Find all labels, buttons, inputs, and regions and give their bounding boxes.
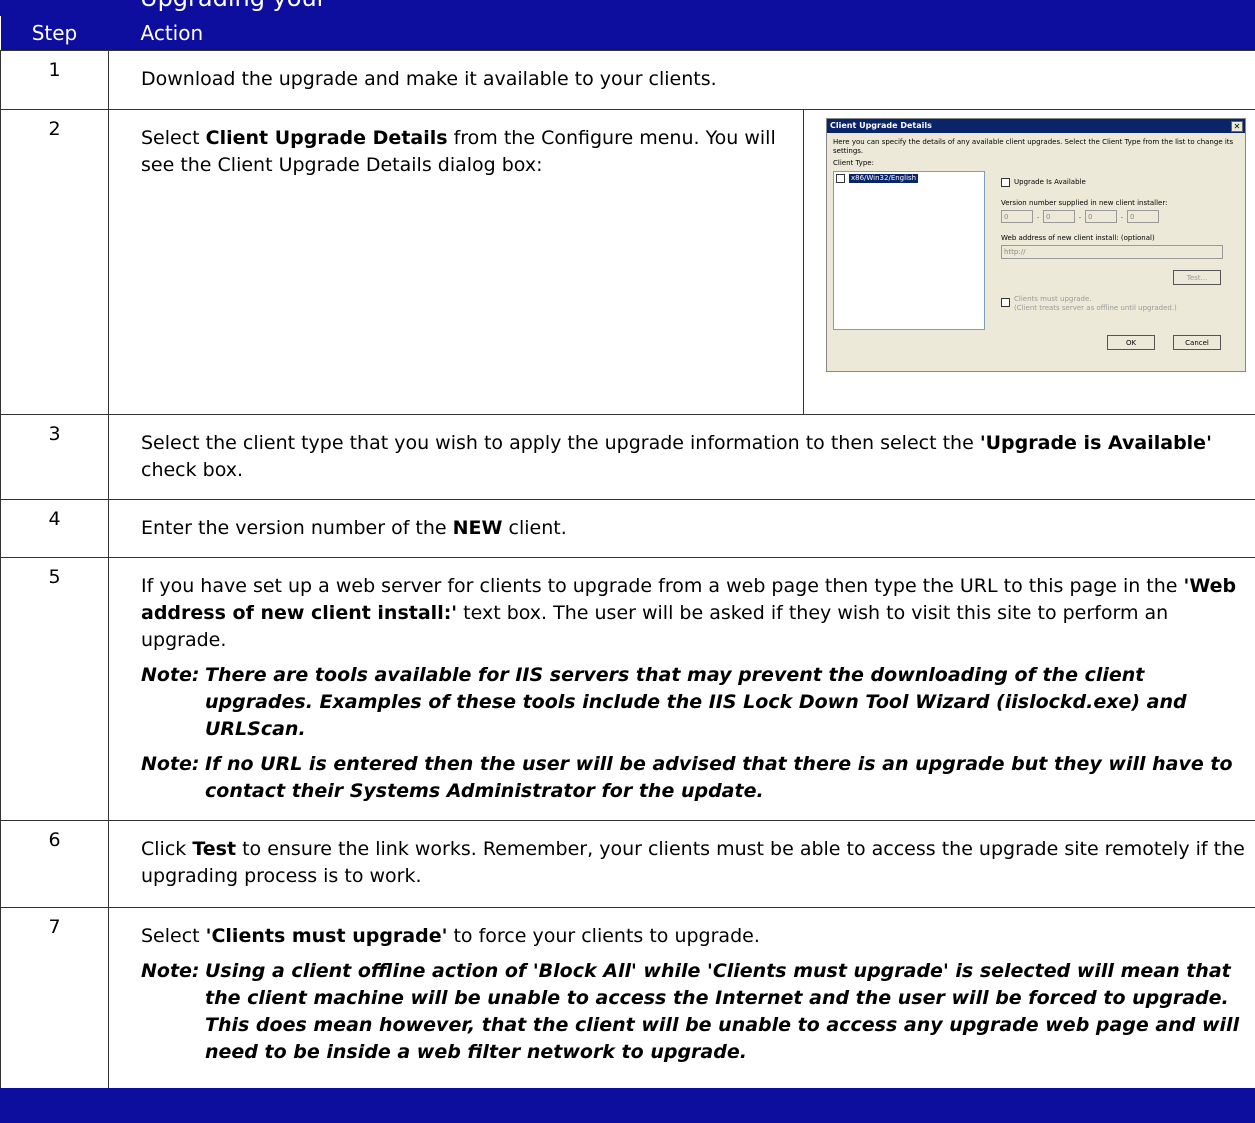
version-field[interactable]: 0 [1085, 210, 1117, 223]
step-text: Select [141, 925, 206, 947]
step-action: Select the client type that you wish to … [108, 414, 1255, 500]
note-text: Using a client offline action of 'Block … [205, 960, 1240, 1063]
must-upgrade-sublabel: (Client treats server as offline until u… [1014, 304, 1177, 312]
must-upgrade-label: Clients must upgrade. [1014, 295, 1092, 303]
version-field[interactable]: 0 [1127, 210, 1159, 223]
step-action: Click Test to ensure the link works. Rem… [108, 820, 1255, 908]
dialog-intro: Here you can specify the details of any … [833, 138, 1234, 155]
table-row: 3 Select the client type that you wish t… [0, 414, 1255, 500]
upgrade-available-label: Upgrade Is Available [1014, 178, 1086, 186]
checkbox-icon [1001, 178, 1010, 187]
web-address-label: Web address of new client install: (opti… [1001, 234, 1155, 242]
checkbox-icon [836, 174, 845, 183]
step-column-header: Step [0, 16, 109, 51]
step-text: Select [141, 127, 206, 149]
step-number: 4 [0, 499, 109, 558]
list-item[interactable]: x86/Win32/English [836, 174, 984, 183]
menu-item-name: Client Upgrade Details [205, 127, 448, 149]
dialog-title-text: Client Upgrade Details [830, 121, 932, 130]
client-type-list[interactable]: x86/Win32/English [833, 171, 985, 330]
table-header-row: Step Action [0, 16, 1255, 51]
client-upgrade-details-dialog: Client Upgrade Details ✕ Here you can spe… [826, 118, 1246, 372]
step-text: Enter the version number of the [141, 517, 453, 539]
step-action: If you have set up a web server for clie… [108, 557, 1255, 821]
web-address-input[interactable]: http:// [1001, 245, 1223, 259]
version-separator: . [1120, 212, 1124, 220]
upgrade-available-checkbox[interactable]: Upgrade Is Available [1001, 178, 1086, 187]
version-field[interactable]: 0 [1001, 210, 1033, 223]
note-label: Note: [141, 753, 200, 775]
step-number: 3 [0, 414, 109, 500]
version-fields: 0 . 0 . 0 . 0 [1001, 210, 1159, 223]
note-label: Note: [141, 664, 200, 686]
step-text: client. [502, 517, 567, 539]
client-type-item: x86/Win32/English [849, 174, 919, 183]
note-label: Note: [141, 960, 200, 982]
option-name: 'Clients must upgrade' [205, 925, 448, 947]
table-row: 1 Download the upgrade and make it avail… [0, 50, 1255, 110]
footer-band [0, 1088, 1255, 1123]
table-row: 2 Select Client Upgrade Details from the… [0, 109, 1255, 415]
step-number: 6 [0, 820, 109, 908]
note-text: If no URL is entered then the user will … [205, 753, 1233, 802]
step-number: 1 [0, 50, 109, 110]
step-action: Download the upgrade and make it availab… [108, 50, 1255, 110]
button-name: Test [192, 838, 237, 860]
step-number: 2 [0, 109, 109, 415]
step-action: Enter the version number of the NEW clie… [108, 499, 1255, 558]
checkbox-icon [1001, 298, 1010, 307]
step-action: Select Client Upgrade Details from the C… [108, 109, 1255, 415]
note: Note: Using a client offline action of 'B… [141, 958, 1245, 1066]
client-type-label: Client Type: [833, 159, 874, 167]
step-text: to force your clients to upgrade. [447, 925, 760, 947]
note-text: There are tools available for IIS server… [205, 664, 1187, 740]
screenshot-cell: Client Upgrade Details ✕ Here you can spe… [803, 110, 1255, 414]
step-text: Download the upgrade and make it availab… [141, 68, 717, 90]
top-title-band: Upgrading your [0, 0, 1255, 16]
step-text: Click [141, 838, 193, 860]
cut-off-title: Upgrading your [140, 0, 327, 12]
clients-must-upgrade-checkbox[interactable]: Clients must upgrade. (Client treats serv… [1001, 295, 1177, 313]
steps-table: Step Action 1 Download the upgrade and m… [0, 16, 1255, 1096]
version-separator: . [1036, 212, 1040, 220]
step-text: If you have set up a web server for clie… [141, 575, 1184, 597]
note: Note: If no URL is entered then the user … [141, 751, 1245, 805]
step-text: Select the client type that you wish to … [141, 432, 980, 454]
version-field[interactable]: 0 [1043, 210, 1075, 223]
table-row: 6 Click Test to ensure the link works. R… [0, 820, 1255, 908]
close-icon[interactable]: ✕ [1231, 121, 1243, 132]
table-row: 4 Enter the version number of the NEW cl… [0, 499, 1255, 558]
version-separator: . [1078, 212, 1082, 220]
action-column-header: Action [108, 16, 1255, 51]
step-text: to ensure the link works. Remember, your… [141, 838, 1245, 887]
cancel-button[interactable]: Cancel [1173, 335, 1221, 350]
step-text: check box. [141, 459, 244, 481]
step-number: 7 [0, 907, 109, 1096]
dialog-title: Client Upgrade Details ✕ [827, 119, 1245, 133]
test-button[interactable]: Test... [1173, 270, 1221, 285]
table-row: 7 Select 'Clients must upgrade' to force… [0, 907, 1255, 1096]
emphasis: NEW [452, 517, 503, 539]
version-label: Version number supplied in new client in… [1001, 199, 1168, 207]
step-number: 5 [0, 557, 109, 821]
ok-button[interactable]: OK [1107, 335, 1155, 350]
note: Note: There are tools available for IIS s… [141, 662, 1245, 743]
step-action: Select 'Clients must upgrade' to force y… [108, 907, 1255, 1096]
option-name: 'Upgrade is Available' [979, 432, 1212, 454]
table-row: 5 If you have set up a web server for cl… [0, 557, 1255, 821]
